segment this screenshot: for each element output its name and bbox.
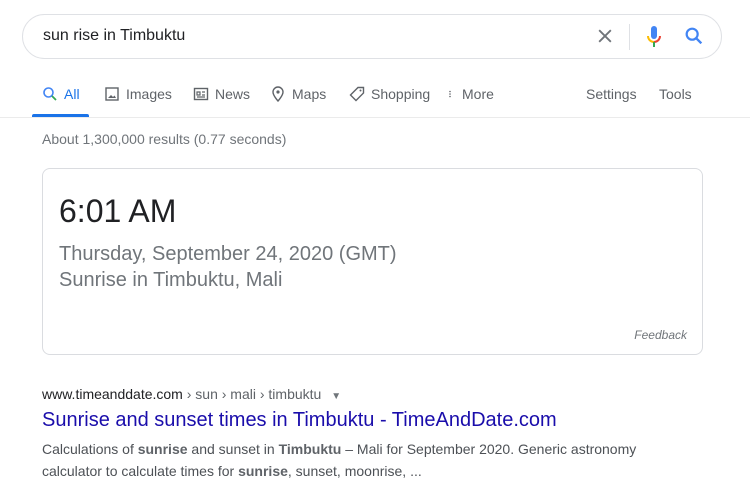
settings-link[interactable]: Settings <box>586 85 637 103</box>
sunrise-location: Sunrise in Timbuktu, Mali <box>59 269 283 291</box>
divider <box>0 117 750 118</box>
sunrise-answer-card: 6:01 AM Thursday, September 24, 2020 (GM… <box>42 168 703 355</box>
snippet-text: Calculations of <box>42 441 138 457</box>
divider <box>629 24 630 50</box>
more-vertical-icon <box>449 90 451 98</box>
tag-icon <box>349 86 365 102</box>
tab-maps[interactable]: Maps <box>270 85 326 103</box>
result-breadcrumb: › sun › mali › timbuktu <box>182 386 322 402</box>
search-icon[interactable] <box>683 25 705 47</box>
tab-label: Images <box>126 86 172 102</box>
close-icon[interactable] <box>595 26 615 46</box>
tab-images[interactable]: Images <box>104 85 172 103</box>
result-stats: About 1,300,000 results (0.77 seconds) <box>42 131 287 147</box>
tab-label: News <box>215 86 251 102</box>
result-title-link[interactable]: Sunrise and sunset times in Timbuktu - T… <box>42 409 557 432</box>
feedback-link[interactable]: Feedback <box>634 328 687 342</box>
result-snippet: Calculations of sunrise and sunset in Ti… <box>42 438 662 482</box>
mic-icon[interactable] <box>644 24 664 50</box>
snippet-highlight: sunrise <box>137 441 188 457</box>
tab-label: Shopping <box>371 86 431 102</box>
tab-label: Maps <box>292 86 327 102</box>
tab-label: More <box>462 86 494 102</box>
image-icon <box>105 87 119 101</box>
result-domain: www.timeanddate.com <box>42 386 183 402</box>
snippet-text: , sunset, moonrise, ... <box>287 463 422 479</box>
snippet-highlight: Timbuktu <box>278 441 342 457</box>
tab-label: All <box>64 86 80 102</box>
tab-shopping[interactable]: Shopping <box>349 85 430 103</box>
tab-more[interactable]: More <box>446 85 494 103</box>
result-url[interactable]: www.timeanddate.com › sun › mali › timbu… <box>42 386 341 402</box>
sunrise-date: Thursday, September 24, 2020 (GMT) <box>59 243 397 265</box>
tab-all[interactable]: All <box>42 85 80 103</box>
search-icon <box>43 87 57 101</box>
sunrise-time: 6:01 AM <box>59 193 177 229</box>
tools-link[interactable]: Tools <box>659 85 692 103</box>
search-box[interactable]: sun rise in Timbuktu <box>22 14 722 59</box>
caret-down-icon[interactable]: ▼ <box>331 391 341 402</box>
snippet-text: and sunset in <box>187 441 279 457</box>
snippet-highlight: sunrise <box>238 463 288 479</box>
tab-news[interactable]: News <box>193 85 250 103</box>
search-input[interactable]: sun rise in Timbuktu <box>43 27 185 45</box>
map-pin-icon <box>272 86 284 102</box>
newspaper-icon <box>193 87 209 101</box>
